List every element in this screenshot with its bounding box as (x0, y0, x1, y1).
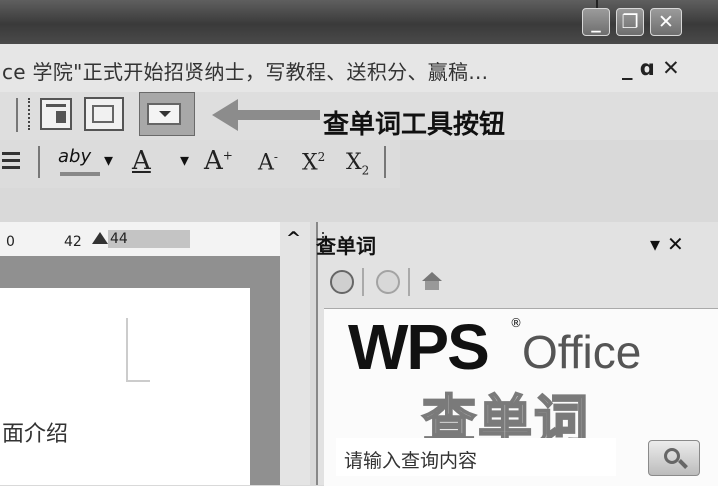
toolbar-separator (408, 268, 410, 296)
document-window-controls[interactable]: _ ɑ ✕ (622, 56, 680, 80)
lookup-word-icon (147, 103, 181, 125)
home-icon[interactable] (422, 272, 442, 290)
document-page[interactable] (0, 288, 250, 485)
ruler-mark: 44 (110, 231, 128, 247)
superscript-icon[interactable]: X2 (302, 150, 325, 175)
toolbar-grip (28, 98, 34, 130)
highlight-color-bar (60, 172, 100, 176)
tool-table-icon[interactable] (40, 98, 72, 130)
search-button[interactable] (648, 440, 700, 476)
search-icon-handle (678, 459, 688, 469)
grow-font-icon[interactable]: A+ (204, 146, 233, 176)
brand-wps: WPS (348, 311, 490, 383)
search-placeholder: 请输入查询内容 (344, 450, 478, 472)
toolbar-separator (38, 146, 40, 178)
highlight-dropdown[interactable]: ▾ (104, 150, 113, 171)
pane-controls[interactable]: ▾ ✕ (650, 232, 684, 256)
close-button[interactable]: ✕ (650, 8, 682, 36)
margin-corner-mark (126, 318, 128, 380)
align-icon[interactable] (0, 148, 22, 176)
ruler-mark: 42 (64, 234, 82, 250)
back-icon[interactable] (330, 270, 354, 294)
toolbar-separator (16, 98, 18, 132)
registered-mark: ® (510, 316, 522, 330)
tool-frame-icon[interactable] (84, 97, 124, 131)
toolbar-separator (384, 146, 386, 178)
font-color-icon[interactable]: A (132, 146, 151, 176)
restore-button[interactable]: ❐ (616, 8, 644, 36)
brand-office: Office (522, 326, 642, 378)
forward-icon[interactable] (376, 270, 400, 294)
vertical-scrollbar[interactable] (280, 222, 310, 485)
indent-marker-icon[interactable] (92, 232, 108, 244)
minimize-button[interactable]: _ (582, 8, 610, 36)
document-text: 面介绍 (2, 422, 69, 447)
toolbar-separator (362, 268, 364, 296)
window-title-bar (0, 0, 718, 44)
scroll-up-button[interactable]: ^ (286, 228, 301, 249)
ruler-mark: 0 (6, 234, 15, 250)
subscript-icon[interactable]: X2 (346, 150, 369, 177)
pointer-arrow-icon (212, 99, 238, 131)
annotation-label: 查单词工具按钮 (323, 110, 506, 140)
shrink-font-icon[interactable]: A- (258, 150, 278, 175)
margin-corner-mark (126, 380, 150, 382)
document-title: ce 学院"正式开始招贤纳士，写教程、送积分、赢稿... (2, 60, 489, 84)
pointer-arrow-shaft (236, 110, 320, 120)
font-color-dropdown[interactable]: ▾ (180, 150, 189, 171)
highlight-icon[interactable]: aby (58, 146, 91, 167)
pane-nav-bar (324, 264, 718, 302)
pane-title: 查单词 (316, 234, 376, 258)
